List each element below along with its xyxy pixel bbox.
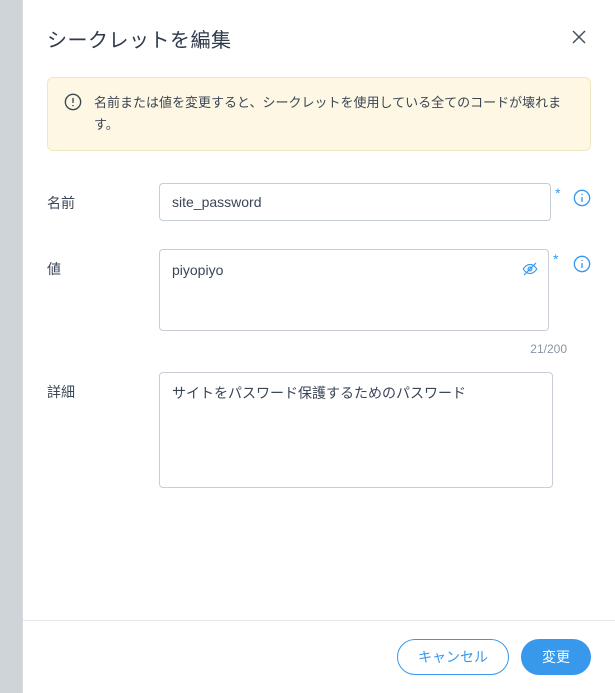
warning-banner: 名前または値を変更すると、シークレットを使用している全てのコードが壊れます。 [47, 77, 591, 151]
value-input[interactable] [159, 249, 549, 331]
cancel-button[interactable]: キャンセル [397, 639, 509, 675]
name-input[interactable] [159, 183, 551, 221]
detail-input[interactable] [159, 372, 553, 488]
dialog-header: シークレットを編集 [23, 0, 615, 69]
edit-secret-dialog: シークレットを編集 名前または値を変更すると、シークレットを使用している全てのコ… [22, 0, 615, 693]
detail-row: 詳細 [47, 372, 591, 488]
visibility-toggle-icon[interactable] [521, 260, 539, 283]
name-row: 名前 * [47, 183, 591, 221]
name-label: 名前 [47, 183, 159, 213]
value-row: 値 * [47, 249, 591, 336]
close-icon [571, 29, 587, 48]
info-icon[interactable] [573, 255, 591, 278]
required-asterisk: * [553, 251, 558, 267]
close-button[interactable] [567, 25, 591, 52]
info-icon[interactable] [573, 189, 591, 212]
warning-text: 名前または値を変更すると、シークレットを使用している全てのコードが壊れます。 [94, 92, 574, 136]
required-asterisk: * [555, 185, 560, 201]
detail-label: 詳細 [47, 372, 159, 402]
dialog-title: シークレットを編集 [47, 24, 232, 53]
form-body: 名前 * 値 [23, 175, 615, 620]
value-char-counter: 21/200 [47, 342, 591, 356]
dialog-footer: キャンセル 変更 [23, 620, 615, 693]
submit-button[interactable]: 変更 [521, 639, 591, 675]
value-label: 値 [47, 249, 159, 279]
warning-icon [64, 93, 82, 116]
